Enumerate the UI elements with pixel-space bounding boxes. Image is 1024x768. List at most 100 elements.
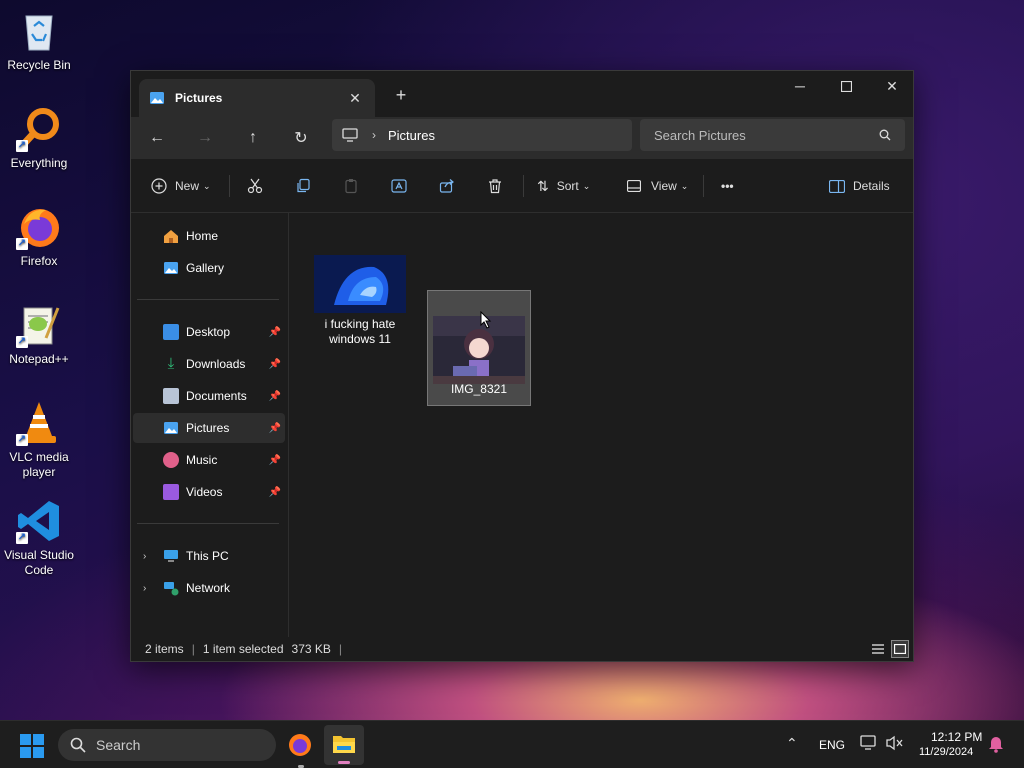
close-window-button[interactable]: ✕ <box>869 71 915 101</box>
desktop-icon-vscode[interactable]: ↗ Visual Studio Code <box>0 498 78 578</box>
desktop-icon-label: Visual Studio Code <box>4 548 74 577</box>
sidebar-item-pictures[interactable]: Pictures 📌 <box>133 413 285 443</box>
copy-button[interactable] <box>295 173 311 199</box>
scissors-icon <box>247 178 263 194</box>
sidebar-item-home[interactable]: Home <box>133 221 285 251</box>
gallery-icon <box>164 262 178 274</box>
copy-icon <box>297 178 310 193</box>
maximize-button[interactable] <box>823 71 869 101</box>
rename-button[interactable] <box>391 173 409 199</box>
arrow-left-icon: ← <box>149 129 165 146</box>
more-options-button[interactable]: ••• <box>721 173 734 199</box>
new-button[interactable]: New ⌄ <box>151 173 211 199</box>
taskbar-search[interactable]: Search <box>58 729 276 761</box>
search-box[interactable]: Search Pictures <box>640 119 905 151</box>
this-pc-icon <box>164 550 178 562</box>
chevron-down-icon: ⌄ <box>582 180 591 191</box>
address-bar[interactable]: › Pictures <box>332 119 632 151</box>
sort-label: Sort <box>556 179 579 193</box>
chevron-right-icon: › <box>372 128 376 142</box>
start-button[interactable] <box>20 734 44 761</box>
sidebar-item-label: Music <box>186 453 218 467</box>
up-button[interactable]: ↑ <box>237 123 269 153</box>
shortcut-arrow-icon: ↗ <box>16 532 28 544</box>
desktop-icon-firefox[interactable]: ↗ Firefox <box>0 204 78 269</box>
sidebar-item-label: Home <box>186 229 219 243</box>
toolbar-divider <box>523 175 524 197</box>
paste-button[interactable] <box>343 173 359 199</box>
new-tab-button[interactable]: + <box>391 85 411 106</box>
vlc-cone-icon: ↗ <box>16 400 62 446</box>
tab-pictures[interactable]: Pictures ✕ <box>139 79 375 117</box>
paste-icon <box>345 179 357 194</box>
status-separator: | <box>191 642 195 656</box>
shortcut-arrow-icon: ↗ <box>16 434 28 446</box>
sidebar-item-music[interactable]: Music 📌 <box>133 445 285 475</box>
videos-icon <box>163 484 179 500</box>
notification-bell-icon[interactable] <box>988 735 1004 756</box>
desktop-icon-notepadpp[interactable]: ↗ Notepad++ <box>0 302 78 367</box>
sidebar-item-desktop[interactable]: Desktop 📌 <box>133 317 285 347</box>
sort-button[interactable]: ⇅ Sort ⌄ <box>537 173 590 199</box>
sidebar-item-this-pc[interactable]: › This PC <box>133 541 285 571</box>
show-hidden-icons-chevron-icon[interactable]: ⌃ <box>786 735 798 752</box>
share-button[interactable] <box>439 173 455 199</box>
pictures-icon <box>164 422 178 434</box>
sidebar-item-downloads[interactable]: ⤓ Downloads 📌 <box>133 349 285 379</box>
file-list: i fucking hate windows 11 IMG_8321 <box>290 213 913 637</box>
forward-button[interactable]: → <box>189 123 221 153</box>
plus-circle-icon <box>151 178 167 194</box>
clock-date[interactable]: 11/29/2024 <box>919 746 973 758</box>
clock-time[interactable]: 12:12 PM <box>931 730 982 744</box>
image-thumbnail <box>433 316 525 384</box>
active-indicator <box>338 761 350 764</box>
navigation-bar: ← → ↑ ↻ › Pictures Search Pictures <box>131 117 913 159</box>
details-view-button[interactable] <box>869 640 887 658</box>
maximize-icon <box>840 80 852 92</box>
language-indicator[interactable]: ENG <box>819 738 845 752</box>
network-status-icon[interactable] <box>860 735 878 754</box>
sidebar-item-network[interactable]: › Network <box>133 573 285 603</box>
large-icons-view-button[interactable] <box>891 640 909 658</box>
desktop-icon-recycle-bin[interactable]: Recycle Bin <box>0 8 78 73</box>
firefox-icon: ↗ <box>16 204 62 250</box>
file-name: i fucking hate windows 11 <box>324 317 396 346</box>
mouse-cursor-icon <box>480 311 492 329</box>
taskbar-firefox[interactable] <box>286 731 314 759</box>
volume-muted-icon[interactable] <box>886 735 904 754</box>
sidebar-item-documents[interactable]: Documents 📌 <box>133 381 285 411</box>
chevron-right-icon[interactable]: › <box>143 551 146 562</box>
file-item-selected[interactable]: IMG_8321 <box>427 290 531 406</box>
breadcrumb-pictures[interactable]: Pictures <box>388 128 435 143</box>
sidebar-item-videos[interactable]: Videos 📌 <box>133 477 285 507</box>
desktop-icon-vlc[interactable]: ↗ VLC media player <box>0 400 78 480</box>
delete-button[interactable] <box>487 173 503 199</box>
pin-icon: 📌 <box>268 486 281 498</box>
desktop-icon-everything[interactable]: ↗ Everything <box>0 106 78 171</box>
tab-close-icon[interactable]: ✕ <box>345 90 365 107</box>
shortcut-arrow-icon: ↗ <box>16 238 28 250</box>
vscode-icon: ↗ <box>16 498 62 544</box>
navigation-pane: Home Gallery Desktop 📌 ⤓ Downloads 📌 Doc… <box>131 213 289 637</box>
details-pane-icon <box>829 179 845 193</box>
shortcut-arrow-icon: ↗ <box>16 336 28 348</box>
refresh-button[interactable]: ↻ <box>285 123 317 153</box>
cut-button[interactable] <box>247 173 263 199</box>
view-icon <box>627 180 641 192</box>
taskbar-search-label: Search <box>96 737 141 753</box>
search-input[interactable]: Search Pictures <box>654 128 879 143</box>
back-button[interactable]: ← <box>141 123 173 153</box>
view-button[interactable]: View ⌄ <box>627 173 688 199</box>
minimize-button[interactable]: ─ <box>777 71 823 101</box>
documents-icon <box>163 388 179 404</box>
file-explorer-window: Pictures ✕ + ─ ✕ ← → ↑ ↻ › Pictures Sear… <box>130 70 914 662</box>
desktop-icon-label: Notepad++ <box>9 352 69 366</box>
details-pane-button[interactable]: Details <box>829 173 890 199</box>
share-icon <box>439 179 454 193</box>
taskbar-file-explorer[interactable] <box>324 725 364 765</box>
sidebar-item-gallery[interactable]: Gallery <box>133 253 285 283</box>
firefox-icon <box>289 734 311 756</box>
file-item[interactable]: i fucking hate windows 11 <box>308 255 412 347</box>
chevron-right-icon[interactable]: › <box>143 583 146 594</box>
pin-icon: 📌 <box>268 422 281 434</box>
